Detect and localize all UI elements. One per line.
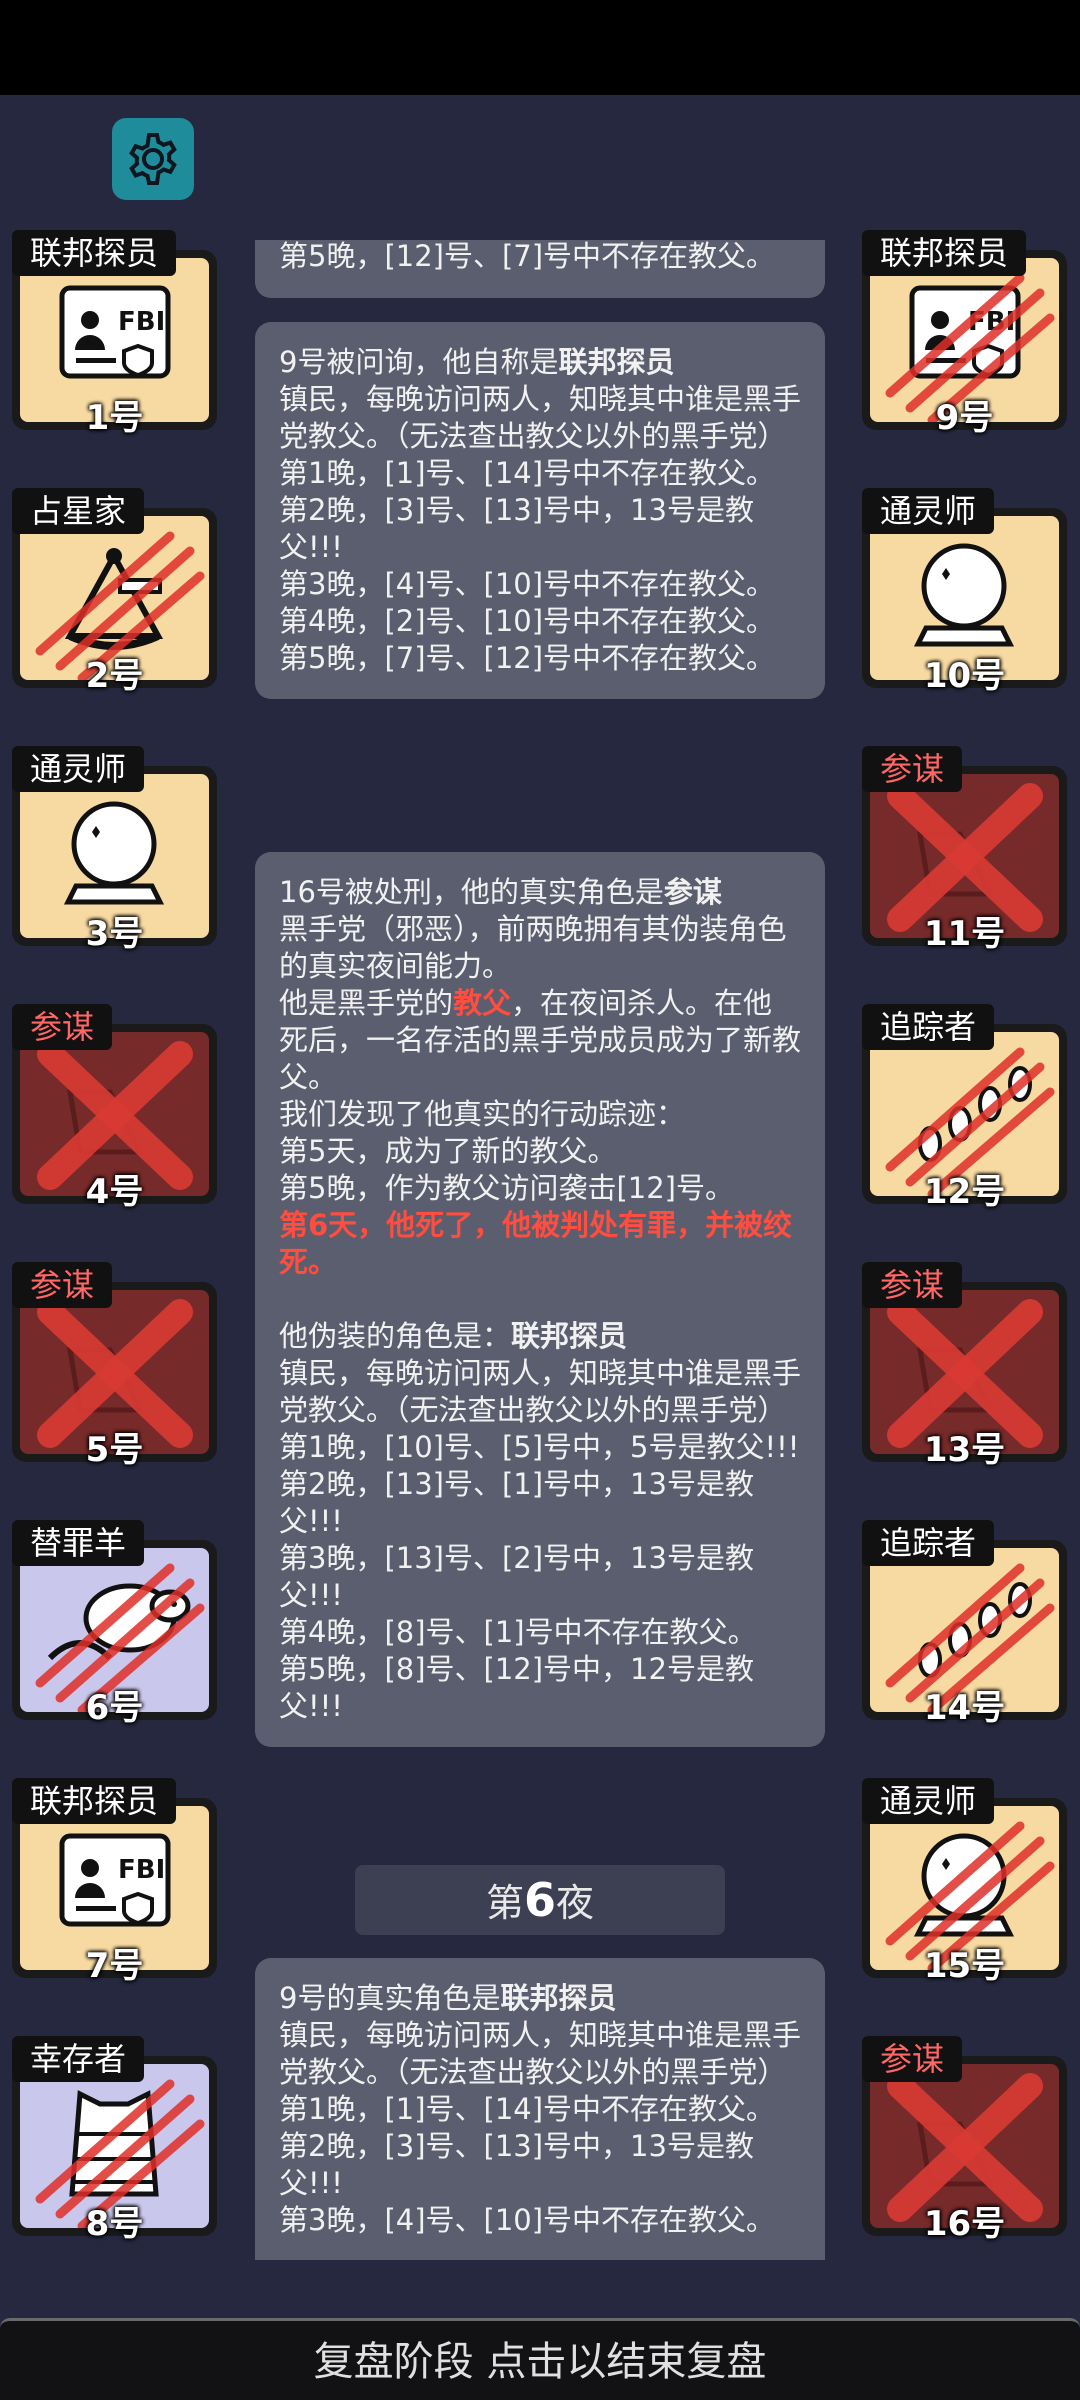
log-role: 联邦探员 xyxy=(500,1981,617,2015)
role-label: 通灵师 xyxy=(12,746,145,792)
log-message: 第5晚，[12]号、[7]号中不存在教父。 xyxy=(255,240,825,298)
log-line: 第4晚，[2]号、[10]号中不存在教父。 xyxy=(279,604,776,638)
role-label: 替罪羊 xyxy=(12,1520,145,1566)
role-label: 参谋 xyxy=(862,746,963,792)
player-number: 1号 xyxy=(85,398,144,438)
log-message: 16号被处刑，他的真实角色是参谋 黑手党（邪恶），前两晚拥有其伪装角色的真实夜间… xyxy=(255,852,825,1747)
player-card-9[interactable]: FBI 联邦探员 9号 xyxy=(862,230,1067,440)
player-card-11[interactable]: 参谋 11号 xyxy=(862,746,1067,956)
log-trace-intro: 我们发现了他真实的行动踪迹： xyxy=(279,1097,686,1131)
role-label: 参谋 xyxy=(12,1262,113,1308)
log-desc: 黑手党（邪恶），前两晚拥有其伪装角色的真实夜间能力。 xyxy=(279,912,787,983)
log-line: 第4晚，[8]号、[1]号中不存在教父。 xyxy=(279,1615,757,1649)
role-label: 联邦探员 xyxy=(12,1778,177,1824)
end-review-button[interactable]: 复盘阶段 点击以结束复盘 xyxy=(0,2318,1080,2400)
log-line: 第3晚，[4]号、[10]号中不存在教父。 xyxy=(279,2203,776,2237)
gear-icon xyxy=(129,133,177,185)
role-label: 追踪者 xyxy=(862,1520,995,1566)
log-line: 第5天，成为了新的教父。 xyxy=(279,1134,617,1168)
player-card-14[interactable]: 追踪者 14号 xyxy=(862,1520,1067,1730)
log-role: 联邦探员 xyxy=(511,1319,628,1353)
role-label: 占星家 xyxy=(12,488,145,534)
log-message: 9号被问询，他自称是联邦探员 镇民，每晚访问两人，知晓其中谁是黑手党教父。（无法… xyxy=(255,322,825,699)
player-number: 15号 xyxy=(923,1946,1006,1986)
player-number: 5号 xyxy=(85,1430,144,1470)
role-label: 追踪者 xyxy=(862,1004,995,1050)
log-intro: 9号被问询，他自称是联邦探员 xyxy=(279,345,675,379)
player-card-13[interactable]: 参谋 13号 xyxy=(862,1262,1067,1472)
log-line: 第5晚，[7]号、[12]号中不存在教父。 xyxy=(279,641,776,675)
player-number: 2号 xyxy=(85,656,144,696)
player-number: 16号 xyxy=(923,2204,1006,2244)
player-card-12[interactable]: 追踪者 12号 xyxy=(862,1004,1067,1214)
player-card-2[interactable]: 占星家 2号 xyxy=(12,488,217,698)
night-divider: 第6夜 xyxy=(355,1865,725,1935)
role-label: 联邦探员 xyxy=(12,230,177,276)
player-number: 11号 xyxy=(923,914,1006,954)
player-card-1[interactable]: FBI 联邦探员 1号 xyxy=(12,230,217,440)
log-line: 第1晚，[1]号、[14]号中不存在教父。 xyxy=(279,456,776,490)
role-label: 通灵师 xyxy=(862,1778,995,1824)
settings-button[interactable] xyxy=(112,118,194,200)
log-line: 第2晚，[13]号、[1]号中，13号是教父!!! xyxy=(279,1467,754,1538)
role-label: 参谋 xyxy=(12,1004,113,1050)
log-desc: 镇民，每晚访问两人，知晓其中谁是黑手党教父。（无法查出教父以外的黑手党） xyxy=(279,2018,802,2089)
role-label: 联邦探员 xyxy=(862,230,1027,276)
log-line: 第5晚，作为教父访问袭击[12]号。 xyxy=(279,1171,734,1205)
player-number: 8号 xyxy=(85,2204,144,2244)
player-card-4[interactable]: 参谋 4号 xyxy=(12,1004,217,1214)
log-intro: 9号的真实角色是联邦探员 xyxy=(279,1981,617,2015)
log-disguise: 他伪装的角色是：联邦探员 xyxy=(279,1319,628,1353)
log-line: 第5晚，[12]号、[7]号中不存在教父。 xyxy=(279,240,776,273)
player-number: 4号 xyxy=(85,1172,144,1212)
role-label: 参谋 xyxy=(862,2036,963,2082)
svg-text:FBI: FBI xyxy=(118,307,165,337)
log-role: 联邦探员 xyxy=(558,345,675,379)
log-line: 第1晚，[10]号、[5]号中，5号是教父!!! xyxy=(279,1430,800,1464)
player-number: 7号 xyxy=(85,1946,144,1986)
player-number: 12号 xyxy=(923,1172,1006,1212)
player-card-5[interactable]: 参谋 5号 xyxy=(12,1262,217,1472)
log-desc: 镇民，每晚访问两人，知晓其中谁是黑手党教父。（无法查出教父以外的黑手党） xyxy=(279,1356,802,1427)
review-log[interactable]: 第5晚，[12]号、[7]号中不存在教父。 9号被问询，他自称是联邦探员 镇民，… xyxy=(255,240,825,2260)
player-number: 10号 xyxy=(923,656,1006,696)
player-card-7[interactable]: FBI 联邦探员 7号 xyxy=(12,1778,217,1988)
svg-text:FBI: FBI xyxy=(118,1855,165,1885)
log-godfather: 他是黑手党的教父，在夜间杀人。在他死后，一名存活的黑手党成员成为了新教父。 xyxy=(279,986,802,1094)
player-card-10[interactable]: 通灵师 10号 xyxy=(862,488,1067,698)
role-label: 参谋 xyxy=(862,1262,963,1308)
player-card-3[interactable]: 通灵师 3号 xyxy=(12,746,217,956)
player-number: 14号 xyxy=(923,1688,1006,1728)
player-number: 9号 xyxy=(935,398,994,438)
player-card-16[interactable]: 参谋 16号 xyxy=(862,2036,1067,2246)
player-card-8[interactable]: 幸存者 8号 xyxy=(12,2036,217,2246)
player-card-6[interactable]: 替罪羊 6号 xyxy=(12,1520,217,1730)
log-intro: 16号被处刑，他的真实角色是参谋 xyxy=(279,875,722,909)
player-number: 6号 xyxy=(85,1688,144,1728)
log-line: 第5晚，[8]号、[12]号中，12号是教父!!! xyxy=(279,1652,754,1723)
log-desc: 镇民，每晚访问两人，知晓其中谁是黑手党教父。（无法查出教父以外的黑手党） xyxy=(279,382,802,453)
log-death: 第6天，他死了，他被判处有罪，并被绞死。 xyxy=(279,1208,793,1279)
log-message: 9号的真实角色是联邦探员 镇民，每晚访问两人，知晓其中谁是黑手党教父。（无法查出… xyxy=(255,1958,825,2260)
player-card-15[interactable]: 通灵师 15号 xyxy=(862,1778,1067,1988)
log-line: 第2晚，[3]号、[13]号中，13号是教父!!! xyxy=(279,2129,754,2200)
status-bar xyxy=(0,0,1080,95)
log-line: 第2晚，[3]号、[13]号中，13号是教父!!! xyxy=(279,493,754,564)
player-number: 3号 xyxy=(85,914,144,954)
log-line: 第3晚，[13]号、[2]号中，13号是教父!!! xyxy=(279,1541,754,1612)
role-label: 通灵师 xyxy=(862,488,995,534)
log-line: 第3晚，[4]号、[10]号中不存在教父。 xyxy=(279,567,776,601)
role-label: 幸存者 xyxy=(12,2036,145,2082)
log-line: 第1晚，[1]号、[14]号中不存在教父。 xyxy=(279,2092,776,2126)
player-number: 13号 xyxy=(923,1430,1006,1470)
log-role: 参谋 xyxy=(663,875,722,909)
